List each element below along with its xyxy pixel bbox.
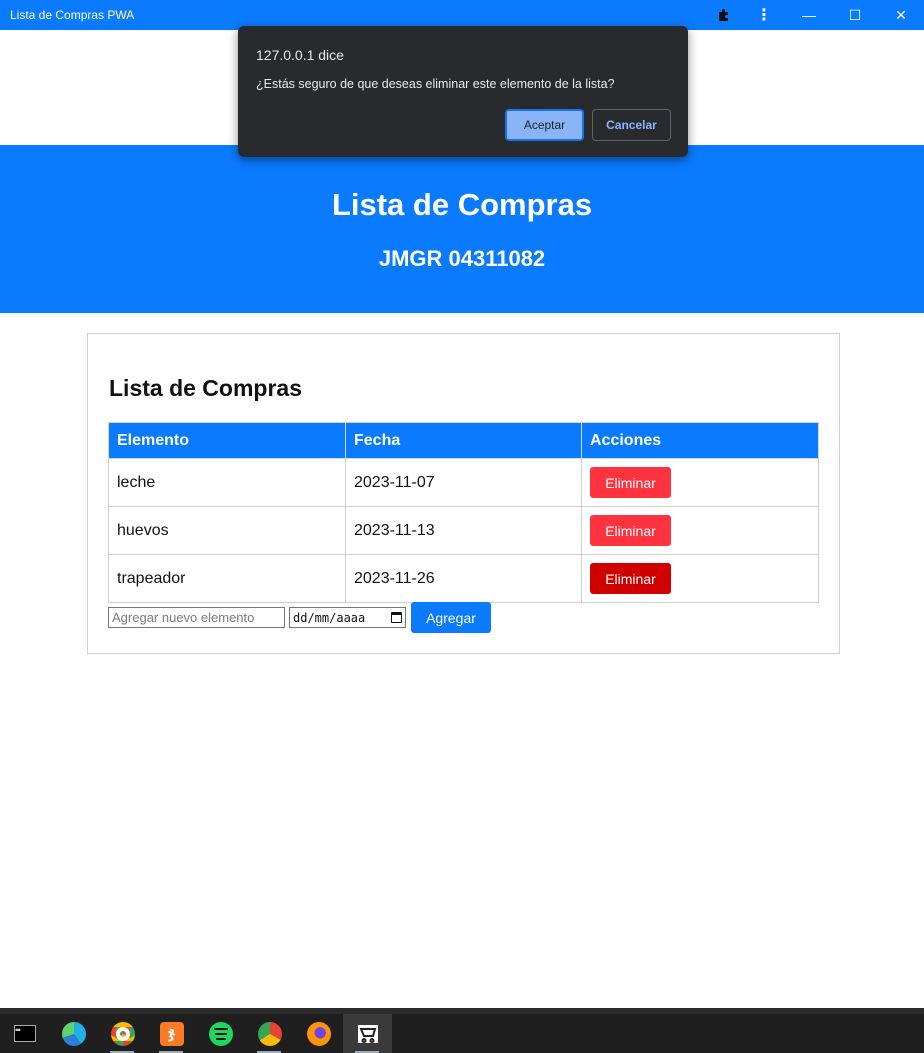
add-item-form: dd/mm/aaaa Agregar — [108, 602, 491, 633]
item-name: huevos — [108, 506, 346, 555]
item-actions: Eliminar — [581, 458, 819, 507]
column-header-date: Fecha — [345, 422, 582, 459]
column-header-element: Elemento — [108, 422, 346, 459]
minimize-button[interactable]: — — [786, 0, 832, 30]
xampp-icon[interactable]: ჯ — [147, 1014, 196, 1053]
confirm-dialog: 127.0.0.1 dice ¿Estás seguro de que dese… — [238, 26, 688, 157]
delete-button[interactable]: Eliminar — [590, 563, 671, 594]
maximize-button[interactable]: ☐ — [832, 0, 878, 30]
table-header-row: Elemento Fecha Acciones — [108, 422, 819, 459]
chrome-profile-icon[interactable] — [245, 1014, 294, 1053]
item-actions: Eliminar — [581, 554, 819, 603]
table-row: leche 2023-11-07 Eliminar — [108, 458, 819, 507]
page-header: Lista de Compras JMGR 04311082 — [0, 145, 924, 313]
column-header-actions: Acciones — [581, 422, 819, 459]
accept-button[interactable]: Aceptar — [505, 109, 584, 141]
item-actions: Eliminar — [581, 506, 819, 555]
list-heading: Lista de Compras — [109, 375, 302, 401]
dialog-message: ¿Estás seguro de que deseas eliminar est… — [256, 77, 615, 91]
close-button[interactable]: ✕ — [878, 0, 924, 30]
delete-button[interactable]: Eliminar — [590, 515, 671, 546]
delete-button[interactable]: Eliminar — [590, 467, 671, 498]
shopping-list-card: Lista de Compras Elemento Fecha Acciones… — [87, 333, 840, 654]
page-title: Lista de Compras — [331, 187, 593, 222]
item-date: 2023-11-07 — [345, 458, 582, 507]
item-name: trapeador — [108, 554, 346, 603]
extensions-icon[interactable] — [706, 0, 742, 30]
page-subtitle: JMGR 04311082 — [378, 246, 546, 271]
firefox-icon[interactable] — [294, 1014, 343, 1053]
item-date: 2023-11-26 — [345, 554, 582, 603]
shopping-cart-app-icon[interactable] — [343, 1014, 392, 1053]
window-title: Lista de Compras PWA — [10, 8, 135, 22]
item-date: 2023-11-13 — [345, 506, 582, 555]
chrome-profile-icon[interactable] — [98, 1014, 147, 1053]
taskbar: ▬ ჯ — [0, 1008, 924, 1053]
terminal-icon[interactable]: ▬ — [0, 1014, 49, 1053]
calendar-icon[interactable] — [391, 612, 402, 623]
date-placeholder: dd/mm/aaaa — [293, 610, 366, 625]
cart-icon — [357, 1024, 378, 1043]
spotify-icon[interactable] — [196, 1014, 245, 1053]
item-name: leche — [108, 458, 346, 507]
add-button[interactable]: Agregar — [411, 602, 491, 633]
cancel-button[interactable]: Cancelar — [592, 109, 671, 141]
shopping-table: Elemento Fecha Acciones leche 2023-11-07… — [108, 422, 819, 603]
table-row: trapeador 2023-11-26 Eliminar — [108, 554, 819, 603]
table-row: huevos 2023-11-13 Eliminar — [108, 506, 819, 555]
edge-icon[interactable] — [49, 1014, 98, 1053]
app-menu-icon[interactable]: ⋮ — [742, 0, 786, 30]
date-input[interactable]: dd/mm/aaaa — [289, 607, 406, 628]
dialog-origin: 127.0.0.1 dice — [256, 47, 344, 63]
new-item-input[interactable] — [108, 607, 285, 628]
